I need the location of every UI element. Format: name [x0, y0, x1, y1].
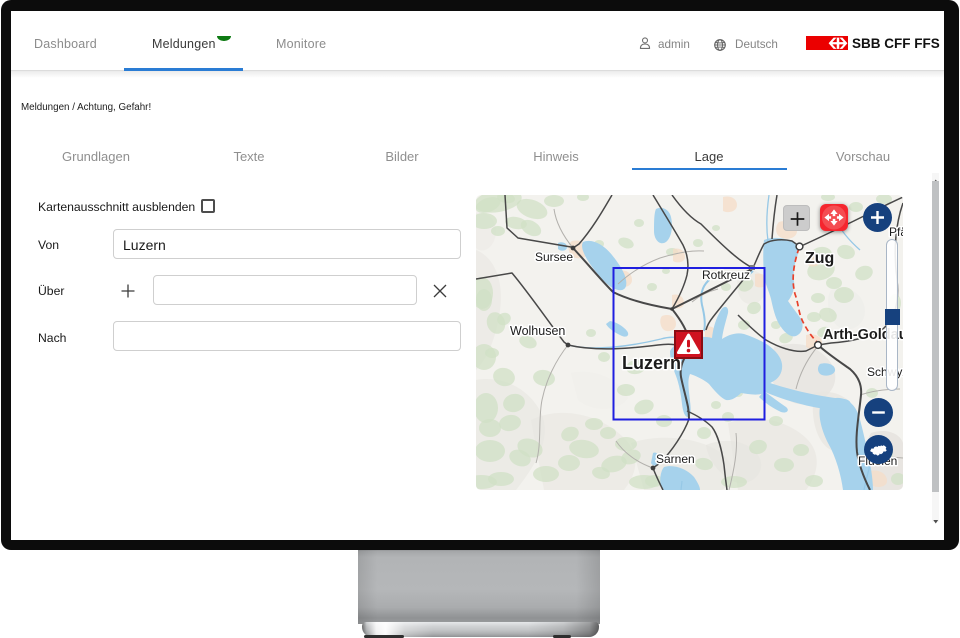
svg-text:Sarnen: Sarnen: [656, 452, 695, 466]
svg-text:Sursee: Sursee: [535, 250, 573, 264]
svg-text:Wolhusen: Wolhusen: [510, 324, 565, 338]
svg-text:Zug: Zug: [805, 250, 834, 267]
svg-text:Rotkreuz: Rotkreuz: [702, 268, 750, 282]
svg-text:Luzern: Luzern: [622, 353, 681, 373]
